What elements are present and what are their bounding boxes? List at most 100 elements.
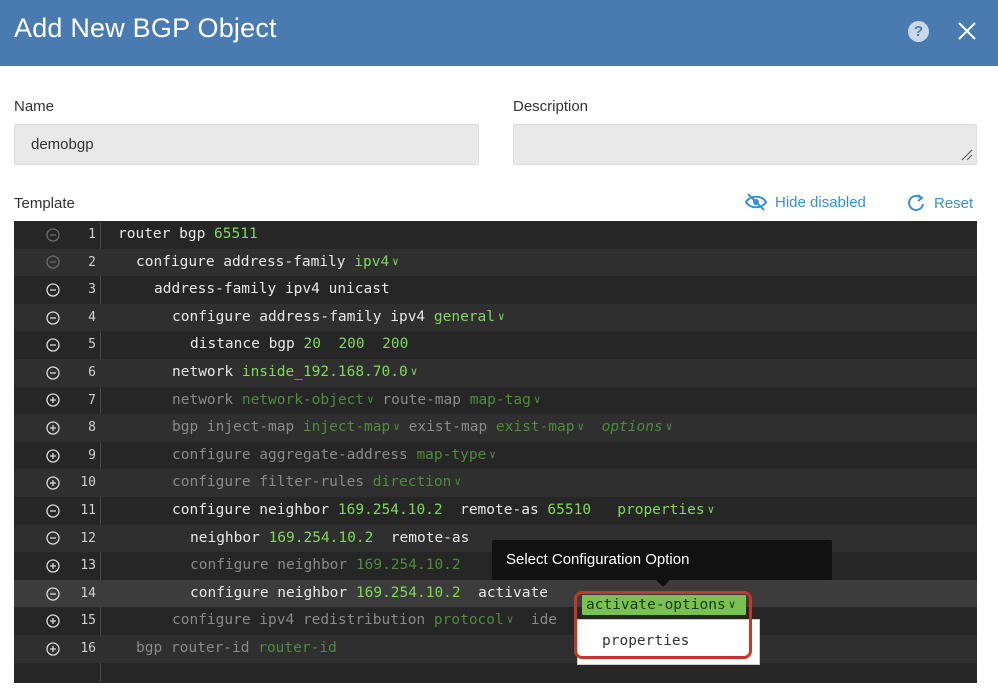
- editor-line: 8 bgp inject-map inject-map ∨ exist-map ex…: [14, 414, 977, 442]
- collapse-icon[interactable]: [46, 531, 60, 546]
- expand-icon[interactable]: [46, 393, 60, 408]
- collapse-icon[interactable]: [46, 504, 60, 518]
- expand-icon[interactable]: [46, 614, 60, 628]
- line-number: 13: [80, 558, 96, 574]
- editor-line: 11 configure neighbor 169.254.10.2 remote…: [14, 497, 977, 525]
- highlight-outline: [574, 591, 752, 659]
- collapse-icon[interactable]: [46, 228, 60, 242]
- collapse-icon[interactable]: [46, 338, 60, 352]
- reset-label: Reset: [934, 194, 974, 212]
- option-token[interactable]: map-type: [416, 447, 486, 463]
- code-token: configure aggregate-address: [172, 446, 417, 463]
- option-token[interactable]: ipv4: [354, 254, 389, 270]
- expand-icon[interactable]: [46, 559, 60, 573]
- code-token: network: [172, 391, 242, 408]
- hide-disabled-button[interactable]: Hide disabled: [745, 193, 866, 211]
- line-number: 1: [88, 227, 96, 242]
- line-number: 7: [88, 392, 96, 408]
- code-text: neighbor 169.254.10.2 remote-as: [190, 530, 478, 546]
- code-token: bgp inject-map: [172, 419, 303, 436]
- editor-line: 6 network inside_192.168.70.0 ∨: [14, 359, 977, 387]
- tooltip-arrow: [656, 580, 670, 587]
- collapse-icon[interactable]: [46, 366, 60, 380]
- chevron-down-icon: ∨: [393, 420, 400, 434]
- code-text: configure aggregate-address map-type ∨: [172, 447, 496, 463]
- code-token: configure neighbor: [190, 584, 356, 601]
- line-number: 9: [88, 447, 96, 463]
- code-token: 169.254.10.2: [337, 502, 443, 518]
- line-number: 12: [80, 530, 96, 546]
- line-number: 14: [80, 585, 96, 601]
- expand-icon[interactable]: [46, 642, 60, 656]
- eye-slash-icon: [745, 193, 767, 211]
- chevron-down-icon: ∨: [392, 254, 399, 268]
- option-token[interactable]: exist-map: [496, 419, 575, 435]
- editor-line: 15 configure ipv4 redistribution protocol…: [14, 607, 977, 635]
- option-token[interactable]: map-tag: [470, 392, 531, 408]
- reset-button[interactable]: Reset: [906, 193, 973, 213]
- code-token: 169.254.10.2: [355, 584, 461, 601]
- code-text: configure neighbor 169.254.10.2: [190, 557, 461, 573]
- expand-icon[interactable]: [46, 448, 60, 463]
- dialog-header: Add New BGP Object ?: [0, 0, 998, 66]
- description-label: Description: [513, 98, 589, 115]
- line-number: 8: [88, 420, 96, 436]
- code-token: 200: [338, 336, 365, 353]
- chevron-down-icon: ∨: [498, 309, 505, 323]
- option-token[interactable]: general: [434, 309, 495, 325]
- editor-line: 9 configure aggregate-address map-type ∨: [14, 442, 977, 470]
- question-icon[interactable]: ?: [908, 21, 929, 42]
- code-text: configure neighbor 169.254.10.2 remote-a…: [172, 502, 714, 518]
- code-token: configure ipv4 redistribution: [172, 612, 434, 629]
- close-icon[interactable]: [955, 19, 979, 43]
- code-token: router bgp: [118, 226, 215, 242]
- code-token: distance bgp: [190, 336, 304, 353]
- expand-icon[interactable]: [46, 421, 60, 435]
- code-text: router bgp 65511: [118, 226, 258, 242]
- code-text: network network-object ∨ route-map map-ta…: [172, 392, 540, 408]
- code-text: configure address-family ipv4 ∨: [136, 254, 399, 270]
- option-token[interactable]: direction: [373, 474, 452, 490]
- collapse-icon[interactable]: [46, 310, 60, 325]
- code-token: configure address-family: [136, 253, 355, 270]
- code-token: remote-as: [373, 529, 479, 546]
- resize-grip-icon[interactable]: [959, 147, 973, 161]
- config-option-tooltip: Select Configuration Option: [492, 540, 832, 580]
- code-text: address-family ipv4 unicast: [154, 281, 390, 297]
- line-number: 10: [80, 475, 96, 491]
- editor-line: 16 bgp router-id router-id: [14, 635, 977, 663]
- option-token[interactable]: inside_192.168.70.0: [242, 364, 408, 380]
- line-number: 6: [88, 365, 96, 380]
- editor-line: 4 configure address-family ipv4 general ∨: [14, 303, 977, 332]
- option-token[interactable]: properties: [617, 502, 704, 518]
- editor-line: 14 configure neighbor 169.254.10.2 activa…: [14, 579, 977, 608]
- description-textarea[interactable]: [513, 124, 977, 165]
- editor-line: 7 network network-object ∨ route-map map-t…: [14, 387, 977, 415]
- option-token[interactable]: network-object: [242, 392, 364, 408]
- collapse-icon[interactable]: [46, 255, 60, 270]
- collapse-icon[interactable]: [46, 586, 60, 601]
- refresh-icon: [908, 194, 924, 211]
- code-text: bgp inject-map inject-map ∨ exist-map exi…: [172, 419, 672, 435]
- option-token[interactable]: inject-map: [303, 419, 390, 435]
- line-number: 11: [80, 503, 96, 518]
- chevron-down-icon: ∨: [533, 392, 541, 406]
- editor-line: 2 configure address-family ipv4 ∨: [14, 248, 977, 277]
- collapse-icon[interactable]: [46, 283, 60, 297]
- code-text: configure address-family ipv4 general ∨: [172, 309, 505, 325]
- code-token: 169.254.10.2: [355, 557, 461, 574]
- option-token[interactable]: options: [602, 419, 663, 435]
- option-token[interactable]: protocol: [434, 612, 504, 628]
- expand-icon[interactable]: [46, 476, 60, 490]
- code-token: ide: [513, 612, 558, 629]
- code-text: configure ipv4 redistribution protocol ∨ …: [172, 612, 557, 628]
- code-token: bgp router-id: [136, 640, 259, 656]
- code-token: 65511: [214, 226, 258, 242]
- name-input[interactable]: demobgp: [14, 124, 479, 165]
- template-editor[interactable]: 1 router bgp 65511 2 configure address-fami…: [14, 221, 977, 683]
- code-token: activate: [460, 584, 557, 601]
- code-token: 20: [303, 336, 321, 353]
- chevron-down-icon: ∨: [367, 392, 374, 406]
- code-token: configure neighbor: [190, 557, 356, 574]
